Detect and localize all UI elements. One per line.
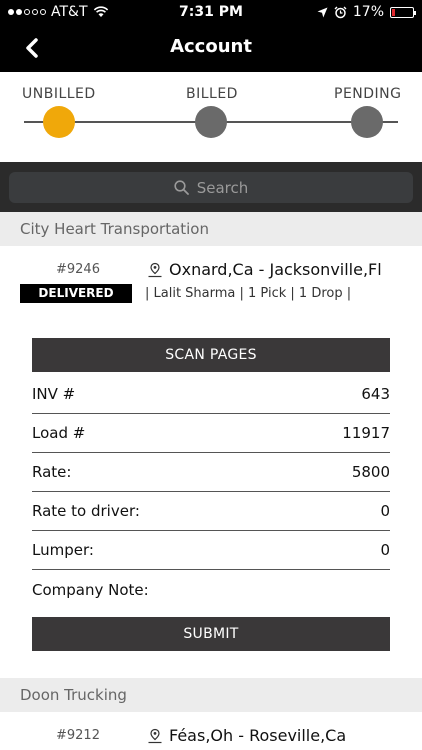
page-title: Account [170, 36, 252, 57]
company-header: Doon Trucking [0, 678, 422, 712]
location-arrow-icon [317, 7, 328, 17]
field-row-rate-to-driver[interactable]: Rate to driver: 0 [32, 492, 390, 531]
step-label-billed[interactable]: BILLED [186, 86, 238, 102]
scan-pages-button[interactable]: SCAN PAGES [32, 338, 390, 372]
field-row-load[interactable]: Load # 11917 [32, 414, 390, 453]
field-label: Rate to driver: [32, 502, 140, 520]
search-placeholder: Search [196, 178, 249, 197]
battery-icon [390, 6, 416, 18]
route-text: Féas,Oh - Roseville,Ca [169, 726, 347, 745]
company-header: City Heart Transportation [0, 212, 422, 246]
step-label-pending[interactable]: PENDING [334, 86, 402, 102]
field-label: Lumper: [32, 541, 94, 559]
step-billed[interactable] [195, 106, 227, 138]
route-text: Oxnard,Ca - Jacksonville,Fl [169, 260, 382, 279]
search-icon [174, 180, 189, 195]
field-label: Company Note: [32, 581, 149, 599]
field-value[interactable]: 643 [361, 385, 390, 403]
submit-button[interactable]: SUBMIT [32, 617, 390, 651]
battery-percent: 17% [352, 4, 384, 20]
nav-bar: Account [0, 24, 422, 72]
search-bar: Search [0, 162, 422, 212]
order-id: #9246 [56, 262, 100, 277]
alarm-clock-icon [334, 6, 347, 18]
status-bar-right: 17% [317, 4, 416, 20]
step-pending[interactable] [351, 106, 383, 138]
map-pin-icon [148, 728, 162, 743]
field-row-inv[interactable]: INV # 643 [32, 375, 390, 414]
field-row-company-note[interactable]: Company Note: [32, 571, 390, 610]
field-value[interactable]: 11917 [342, 424, 390, 442]
field-label: Load # [32, 424, 86, 442]
field-label: INV # [32, 385, 76, 403]
order-route[interactable]: Féas,Oh - Roseville,Ca [147, 726, 346, 745]
status-bar: AT&T 7:31 PM 17% [0, 0, 422, 24]
step-label-unbilled[interactable]: UNBILLED [22, 86, 96, 102]
battery-fill [392, 8, 395, 16]
search-input[interactable]: Search [9, 172, 413, 203]
billing-status-stepper: UNBILLED BILLED PENDING [0, 72, 422, 162]
field-value[interactable]: 5800 [352, 463, 390, 481]
step-unbilled[interactable] [43, 106, 75, 138]
field-label: Rate: [32, 463, 72, 481]
field-value[interactable]: 0 [380, 541, 390, 559]
order-meta: | Lalit Sharma | 1 Pick | 1 Drop | [145, 286, 352, 301]
order-id: #9212 [56, 728, 100, 743]
map-pin-icon [148, 262, 162, 277]
field-value[interactable]: 0 [380, 502, 390, 520]
order-route[interactable]: Oxnard,Ca - Jacksonville,Fl [147, 260, 382, 279]
field-row-rate[interactable]: Rate: 5800 [32, 453, 390, 492]
status-badge: DELIVERED [20, 284, 132, 303]
field-row-lumper[interactable]: Lumper: 0 [32, 531, 390, 570]
